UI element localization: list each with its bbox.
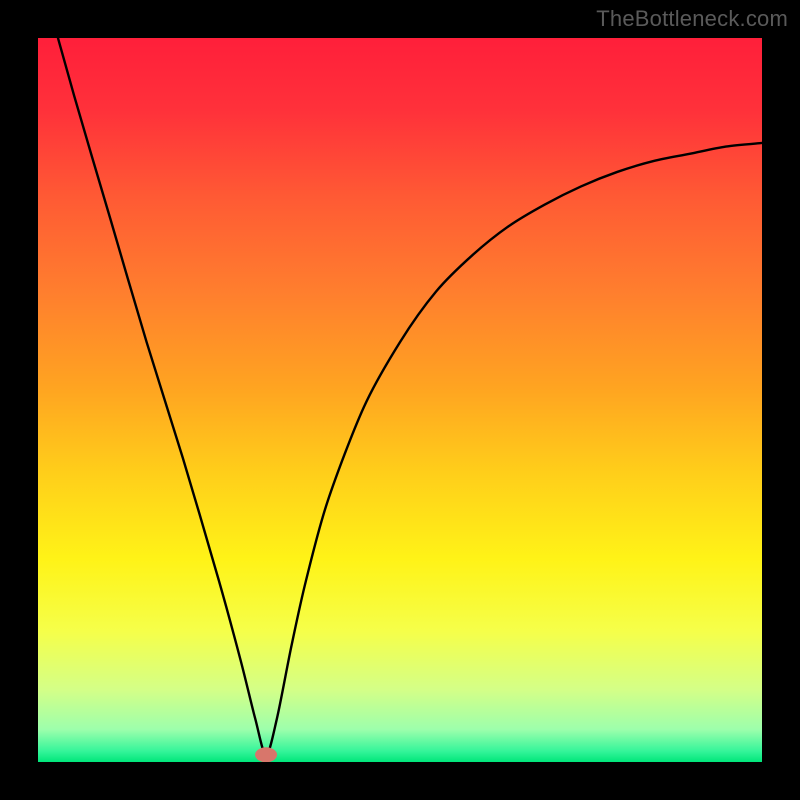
gradient-background [38,38,762,762]
bottleneck-chart [38,38,762,762]
plot-area [38,38,762,762]
chart-frame: TheBottleneck.com [0,0,800,800]
optimal-marker [255,747,277,762]
watermark-text: TheBottleneck.com [596,6,788,32]
